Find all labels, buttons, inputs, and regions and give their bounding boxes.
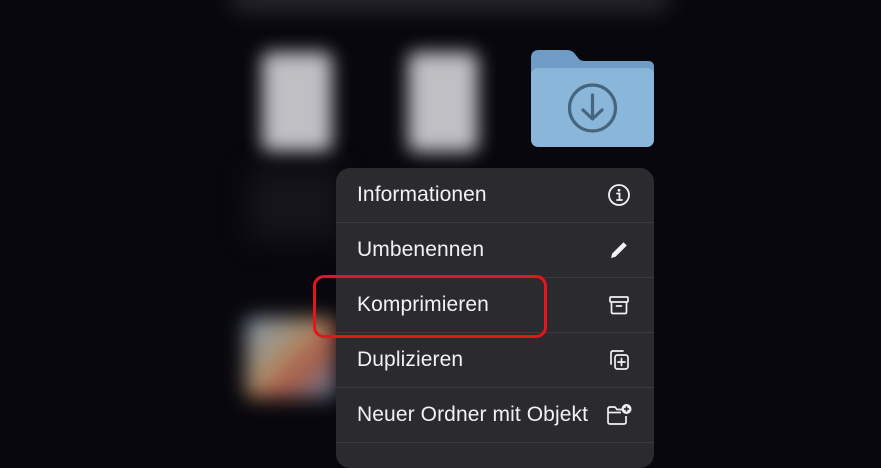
blurred-image-thumbnail <box>246 318 336 398</box>
download-folder-icon[interactable] <box>531 50 654 147</box>
context-menu: Informationen Umbenennen Komprimieren Du… <box>336 168 654 468</box>
menu-item-label: Duplizieren <box>357 348 464 371</box>
menu-item-duplizieren[interactable]: Duplizieren <box>336 333 654 388</box>
duplicate-plus-icon <box>606 347 632 373</box>
blurred-shadow <box>250 170 340 240</box>
menu-item-label: Neuer Ordner mit Objekt <box>357 403 589 426</box>
archive-box-icon <box>606 292 632 318</box>
menu-item-label: Umbenennen <box>357 238 485 261</box>
menu-item-komprimieren[interactable]: Komprimieren <box>336 278 654 333</box>
blurred-document-thumbnail <box>262 52 332 152</box>
menu-item-label: Informationen <box>357 183 487 206</box>
blurred-toolbar <box>230 0 670 12</box>
menu-item-neuer-ordner-mit-objekt[interactable]: Neuer Ordner mit Objekt <box>336 388 654 443</box>
menu-item-umbenennen[interactable]: Umbenennen <box>336 223 654 278</box>
menu-item-informationen[interactable]: Informationen <box>336 168 654 223</box>
pencil-icon <box>606 237 632 263</box>
menu-item-label: Komprimieren <box>357 293 489 316</box>
info-circle-icon <box>606 182 632 208</box>
blurred-document-thumbnail <box>408 52 478 152</box>
folder-plus-icon <box>606 402 632 428</box>
